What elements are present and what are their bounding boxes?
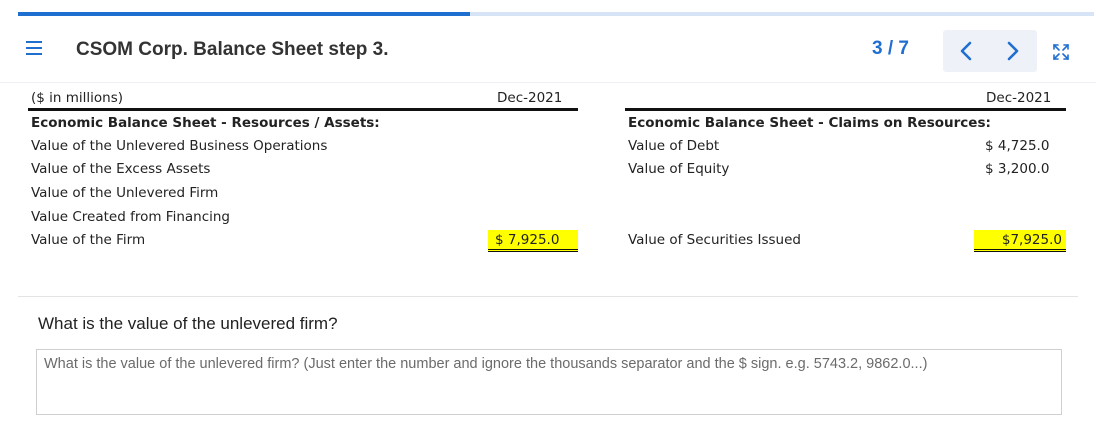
answer-input[interactable] bbox=[36, 349, 1062, 415]
left-section-title: Economic Balance Sheet - Resources / Ass… bbox=[31, 115, 380, 131]
right-total-label: Value of Securities Issued bbox=[628, 232, 801, 248]
next-button[interactable] bbox=[993, 30, 1033, 72]
left-row: Value of the Unlevered Firm bbox=[31, 185, 219, 201]
expand-icon[interactable] bbox=[1052, 43, 1070, 61]
chevron-left-icon bbox=[960, 41, 972, 61]
units-label: ($ in millions) bbox=[31, 90, 124, 106]
value-of-firm-total: $ 7,925.0 bbox=[488, 230, 578, 252]
left-row: Value of the Excess Assets bbox=[31, 161, 211, 177]
page-title: CSOM Corp. Balance Sheet step 3. bbox=[76, 39, 389, 60]
question-text: What is the value of the unlevered firm? bbox=[38, 314, 338, 333]
header-bar: CSOM Corp. Balance Sheet step 3. 3 / 7 bbox=[0, 16, 1096, 83]
right-date-header: Dec-2021 bbox=[986, 90, 1052, 106]
left-row: Value of the Firm bbox=[31, 232, 146, 248]
right-section-title: Economic Balance Sheet - Claims on Resou… bbox=[628, 115, 991, 131]
right-row-label: Value of Debt bbox=[628, 138, 720, 154]
left-date-header: Dec-2021 bbox=[497, 90, 563, 106]
pagination-nav bbox=[943, 30, 1037, 72]
section-divider bbox=[18, 296, 1078, 297]
right-row-label: Value of Equity bbox=[628, 161, 730, 177]
left-header-rule bbox=[28, 108, 578, 111]
page-counter: 3 / 7 bbox=[872, 38, 909, 59]
left-row: Value of the Unlevered Business Operatio… bbox=[31, 138, 328, 154]
right-header-rule bbox=[625, 108, 1066, 111]
prev-button[interactable] bbox=[946, 30, 986, 72]
left-row: Value Created from Financing bbox=[31, 209, 231, 225]
right-row-value: $ 3,200.0 bbox=[985, 161, 1050, 177]
securities-issued-total: $7,925.0 bbox=[974, 230, 1066, 252]
chevron-right-icon bbox=[1007, 41, 1019, 61]
balance-sheet: ($ in millions) Dec-2021 Economic Balanc… bbox=[0, 82, 1096, 282]
hamburger-icon[interactable] bbox=[26, 41, 42, 55]
right-row-value: $ 4,725.0 bbox=[985, 138, 1050, 154]
